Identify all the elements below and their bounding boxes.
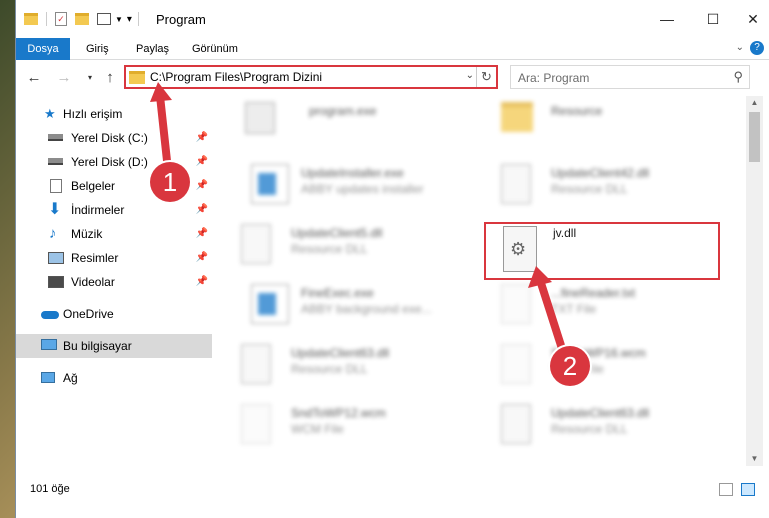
status-bar: 101 öğe [16,478,769,502]
search-icon[interactable]: ⚲ [733,69,743,85]
file-item[interactable]: UpdateClient63.dll Resource DLL [481,398,721,450]
refresh-icon[interactable]: ↻ [476,67,496,87]
folder-icon [501,102,533,132]
dll-icon [241,224,271,264]
callout-badge-1: 1 [150,162,190,202]
nav-item-videos[interactable]: Videolar 📌 [16,270,212,294]
file-item[interactable]: SndToWP12.wcm WCM File [221,398,461,450]
expand-ribbon-icon[interactable]: ⌄ [736,42,744,53]
pin-icon[interactable]: 📌 [196,222,208,246]
new-folder-icon[interactable] [75,13,89,25]
music-icon: ♪ [49,225,57,242]
nav-item-downloads[interactable]: ⬇ İndirmeler 📌 [16,198,212,222]
help-icon[interactable]: ? [750,41,764,55]
app-window-icon [251,164,289,204]
chevron-down-icon[interactable]: ▼ [115,15,123,24]
pictures-icon [48,252,64,264]
drive-icon [48,134,63,141]
separator [137,12,139,26]
details-view-icon[interactable] [719,483,733,496]
search-input[interactable]: Ara: Program ⚲ [510,65,750,89]
large-icons-view-icon[interactable] [741,483,755,496]
file-list: program.exe Resource UpdateInstaller.exe… [221,96,746,466]
network-icon [41,372,55,383]
scrollbar-thumb[interactable] [749,112,760,162]
tab-file[interactable]: Dosya [16,38,70,60]
navigation-bar: ← → ▾ ↑ C:\Program Files\Program Dizini … [16,60,769,96]
dll-icon [501,404,531,444]
nav-item-music[interactable]: ♪ Müzik 📌 [16,222,212,246]
callout-badge-2: 2 [550,346,590,386]
folder-icon [129,71,145,84]
pin-icon[interactable]: 📌 [196,198,208,222]
pin-icon[interactable]: 📌 [196,174,208,198]
file-item[interactable]: FineExec.exe ABBY background exe... [231,278,471,330]
file-item[interactable]: UpdateClient63.dll Resource DLL [221,338,461,390]
explorer-window: ✓ ▼ ▾ Program — ☐ ✕ Dosya Giriş Paylaş G… [15,0,769,518]
up-arrow-icon[interactable]: ↑ [100,68,120,88]
nav-item-local-disk-c[interactable]: Yerel Disk (C:) 📌 [16,126,212,150]
back-arrow-icon[interactable]: ← [24,68,44,88]
jv-dll-highlight [484,222,720,280]
recent-locations-icon[interactable]: ▾ [80,68,100,88]
ribbon-tabs: Dosya Giriş Paylaş Görünüm ⌄ ? [16,38,769,60]
separator [46,12,47,26]
drive-icon [48,158,63,165]
quick-access-toolbar: ✓ ▼ ▾ [24,10,139,28]
blank-file-icon [241,404,271,444]
dll-icon [501,164,531,204]
folder-icon[interactable] [24,13,38,25]
pin-icon[interactable]: 📌 [196,270,208,294]
nav-item-quick-access[interactable]: ★ Hızlı erişim [16,102,212,126]
dll-icon [241,344,271,384]
exe-icon [245,102,275,134]
file-item[interactable]: UpdateClient42.dll Resource DLL [481,158,721,210]
title-bar: ✓ ▼ ▾ Program — ☐ ✕ [16,0,769,38]
scroll-down-icon[interactable]: ▼ [746,452,763,466]
pin-icon[interactable]: 📌 [196,246,208,270]
tab-home[interactable]: Giriş [78,38,117,60]
forward-arrow-icon[interactable]: → [54,68,74,88]
vertical-scrollbar[interactable]: ▲ ▼ [746,96,763,466]
minimize-button[interactable]: — [644,0,690,38]
nav-item-network[interactable]: Ağ [16,366,212,390]
nav-item-onedrive[interactable]: OneDrive [16,302,212,326]
file-item[interactable]: Resource [481,96,721,148]
downloads-icon: ⬇ [48,201,62,218]
computer-icon [41,339,57,350]
app-window-icon [251,284,289,324]
file-item[interactable]: UpdateInstaller.exe ABBY updates install… [231,158,471,210]
item-count: 101 öğe [30,483,70,495]
pin-icon[interactable]: 📌 [196,150,208,174]
nav-item-this-pc[interactable]: Bu bilgisayar [16,334,212,358]
search-placeholder: Ara: Program [518,71,590,85]
address-bar[interactable]: C:\Program Files\Program Dizini ⌄ ↻ [124,65,498,89]
file-item[interactable]: ...fineReader.txt TXT File [481,278,721,330]
address-path[interactable]: C:\Program Files\Program Dizini [150,70,322,84]
videos-icon [48,276,64,288]
properties-icon[interactable]: ✓ [55,12,67,26]
file-item[interactable]: UpdateClient5.dll Resource DLL [221,218,461,270]
customize-toolbar-icon[interactable]: ▾ [127,14,132,25]
tab-view[interactable]: Görünüm [184,38,246,60]
close-button[interactable]: ✕ [736,0,769,38]
cloud-icon [41,311,59,319]
blank-file-icon [501,344,531,384]
tab-share[interactable]: Paylaş [128,38,177,60]
star-icon: ★ [44,106,56,121]
view-options-icon[interactable] [97,13,111,25]
documents-icon [50,179,62,193]
pin-icon[interactable]: 📌 [196,126,208,150]
file-item[interactable]: SndToWP16.wcm WCM File [481,338,721,390]
window-title: Program [156,12,206,27]
text-file-icon [501,284,531,324]
nav-item-pictures[interactable]: Resimler 📌 [16,246,212,270]
maximize-button[interactable]: ☐ [690,0,736,38]
scroll-up-icon[interactable]: ▲ [746,96,763,110]
file-item[interactable]: program.exe [221,96,461,148]
chevron-down-icon[interactable]: ⌄ [466,70,474,81]
navigation-pane: ★ Hızlı erişim Yerel Disk (C:) 📌 Yerel D… [16,96,212,476]
